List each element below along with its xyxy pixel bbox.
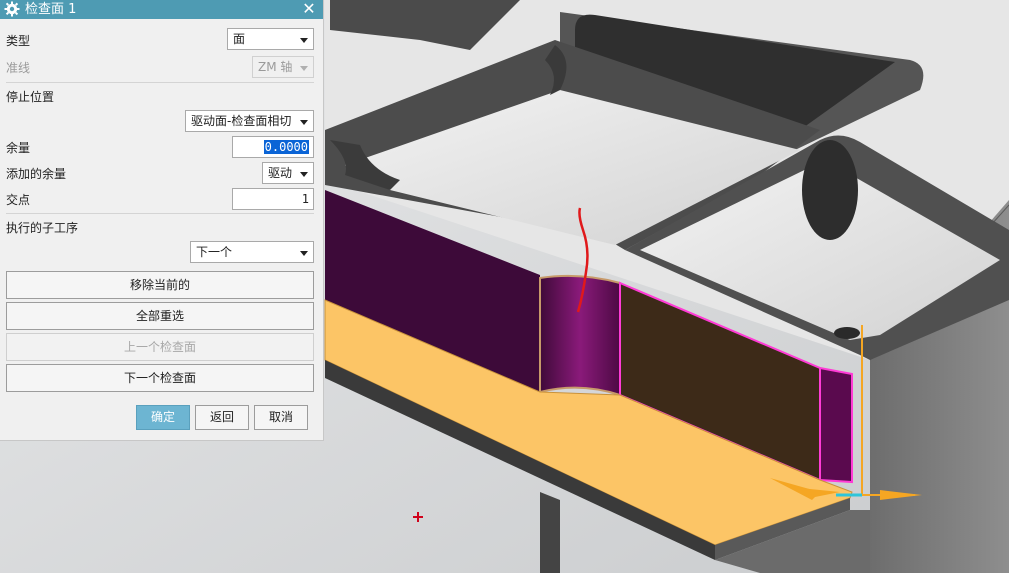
intersection-label: 交点: [6, 193, 31, 207]
divider: [6, 213, 314, 214]
chevron-down-icon: [300, 172, 308, 177]
stock-label: 余量: [6, 141, 31, 155]
divider: [6, 82, 314, 83]
added-stock-label: 添加的余量: [6, 167, 67, 181]
subop-value: 下一个: [196, 245, 233, 259]
ok-button[interactable]: 确定: [136, 405, 190, 430]
chevron-down-icon: [300, 251, 308, 256]
next-check-face-button[interactable]: 下一个检查面: [6, 364, 314, 392]
prev-check-face-button: 上一个检查面: [6, 333, 314, 361]
close-icon[interactable]: ✕: [301, 0, 317, 18]
type-select-value: 面: [233, 32, 246, 46]
stock-input[interactable]: 0.0000: [232, 136, 314, 158]
guide-select-value: ZM 轴: [258, 60, 293, 74]
guide-select: ZM 轴: [252, 56, 314, 78]
check-face-curved[interactable]: [539, 274, 621, 397]
intersection-input-value: 1: [301, 192, 309, 206]
gear-icon[interactable]: [4, 1, 20, 17]
added-stock-value: 驱动: [268, 166, 293, 180]
check-face-right[interactable]: [819, 366, 853, 484]
subop-select[interactable]: 下一个: [190, 241, 314, 263]
chevron-down-icon: [300, 38, 308, 43]
reselect-all-button[interactable]: 全部重选: [6, 302, 314, 330]
remove-current-button[interactable]: 移除当前的: [6, 271, 314, 299]
chevron-down-icon: [300, 120, 308, 125]
back-button[interactable]: 返回: [195, 405, 249, 430]
added-stock-select[interactable]: 驱动: [262, 162, 314, 184]
stock-input-value: 0.0000: [263, 140, 309, 154]
type-select[interactable]: 面: [227, 28, 314, 50]
dialog-title: 检查面 1: [25, 2, 77, 17]
chevron-down-icon: [300, 66, 308, 71]
guide-label: 准线: [6, 61, 31, 75]
stop-position-value: 驱动面-检查面相切: [191, 114, 292, 128]
type-label: 类型: [6, 34, 31, 48]
stop-position-label: 停止位置: [6, 90, 55, 104]
intersection-input[interactable]: 1: [232, 188, 314, 210]
check-face-dialog: 检查面 1 ✕ 类型 面 准线 ZM 轴 停止位置 驱动面-检查面相切 余量 0…: [0, 0, 324, 441]
hole: [834, 327, 860, 339]
subop-label: 执行的子工序: [6, 221, 79, 235]
dialog-title-bar[interactable]: 检查面 1 ✕: [0, 0, 323, 19]
cancel-button[interactable]: 取消: [254, 405, 308, 430]
stop-position-select[interactable]: 驱动面-检查面相切: [185, 110, 314, 132]
